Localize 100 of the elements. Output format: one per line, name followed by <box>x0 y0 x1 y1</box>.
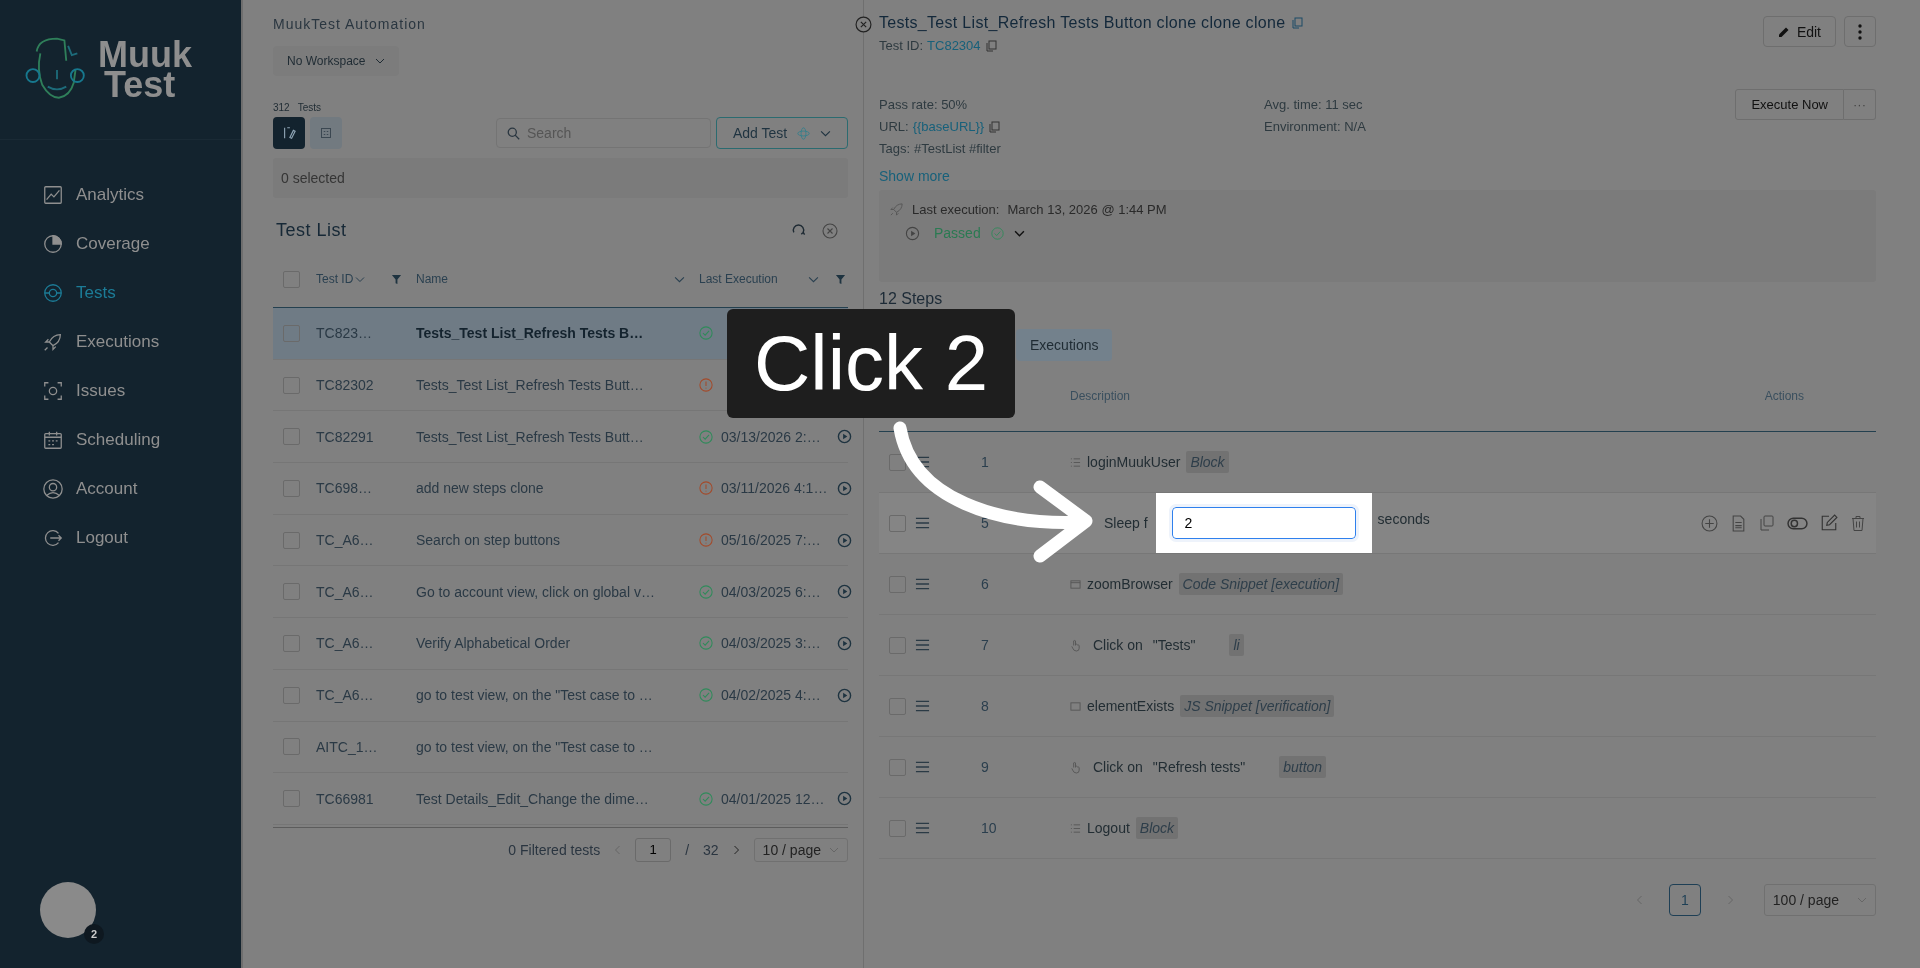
copy-icon[interactable] <box>988 120 1001 133</box>
step-row[interactable]: 9 Click on "Refresh tests" button <box>879 737 1876 798</box>
edit-button[interactable]: Edit <box>1762 16 1836 47</box>
more-options-button[interactable] <box>1844 16 1876 47</box>
step-row[interactable]: 5 Sleep f 2 seconds <box>879 493 1876 554</box>
last-execution-label: Last execution: <box>912 202 1000 217</box>
notification-badge: 2 <box>84 924 104 944</box>
column-header[interactable]: Name <box>416 272 699 286</box>
test-row[interactable]: TC698… add new steps clone 03/11/2026 4:1… <box>273 463 848 515</box>
test-row[interactable]: TC_A6… Verify Alphabetical Order 04/03/2025 3:… <box>273 618 848 670</box>
step-number: 7 <box>980 637 990 653</box>
drag-handle-icon[interactable] <box>915 822 930 834</box>
play-icon[interactable] <box>837 635 852 651</box>
page-input[interactable]: 1 <box>635 837 672 862</box>
drag-handle-icon[interactable] <box>915 700 930 712</box>
step-row[interactable]: 6 zoomBrowser Code Snippet [execution] <box>879 554 1876 615</box>
refresh-icon[interactable] <box>791 222 806 238</box>
add-test-button[interactable]: Add Test <box>716 117 848 149</box>
sidebar-item[interactable]: Analytics <box>0 170 241 219</box>
step-row[interactable]: 8 elementExists JS Snippet [verification] <box>879 676 1876 737</box>
document-icon[interactable] <box>1730 514 1747 532</box>
row-checkbox[interactable] <box>283 324 300 342</box>
chevron-right-icon[interactable] <box>732 844 740 855</box>
copy-icon[interactable] <box>1291 17 1304 29</box>
step-type-tag: Block <box>1186 451 1229 473</box>
test-row[interactable]: TC66981 Test Details_Edit_Change the dime… 04/01/2025 12… <box>273 773 848 825</box>
step-target: "Tests" <box>1152 637 1196 653</box>
chevron-down-icon <box>674 275 685 283</box>
test-id-cell-text: TC82291 <box>316 428 375 445</box>
sidebar-item[interactable]: Issues <box>0 366 241 415</box>
play-icon[interactable] <box>837 429 852 445</box>
filter-icon[interactable] <box>391 273 402 285</box>
play-icon[interactable] <box>837 687 852 703</box>
copy-icon[interactable] <box>984 39 997 52</box>
filter-icon[interactable] <box>835 273 846 285</box>
page-size-select[interactable]: 100 / page <box>1763 884 1876 916</box>
copy-icon[interactable] <box>1759 515 1775 531</box>
test-row[interactable]: TC_A6… Search on step buttons 05/16/2025 7:… <box>273 514 848 567</box>
pencil-icon <box>1777 25 1790 38</box>
play-icon[interactable] <box>905 225 920 241</box>
tags-label: Tags: <box>879 141 911 156</box>
toggle-icon[interactable] <box>1787 516 1808 530</box>
test-title: Tests_Test List_Refresh Tests Button clone clone clone <box>879 14 1286 32</box>
sidebar-item[interactable]: Coverage <box>0 219 241 268</box>
row-checkbox[interactable] <box>889 453 906 471</box>
test-id-cell-text: TC66981 <box>316 790 375 807</box>
page-button[interactable]: 1 <box>1668 884 1701 916</box>
test-row[interactable]: TC_A6… go to test view, on the "Test case to … 04/02/2025 4:… <box>273 669 848 722</box>
step-row[interactable]: 10 Logout Block <box>879 798 1876 859</box>
execute-options-button[interactable]: ··· <box>1844 89 1876 120</box>
pass-rate-text: Pass rate: 50% <box>879 97 969 112</box>
workspace-dropdown[interactable]: No Workspace <box>273 46 400 76</box>
test-id-cell-text: TC698… <box>316 480 374 497</box>
drag-handle-icon[interactable] <box>915 639 930 651</box>
drag-handle-icon[interactable] <box>915 578 930 590</box>
test-row[interactable]: TC_A6… Go to account view, click on global v… 04/03/2025 6:… <box>273 566 848 619</box>
chevron-down-icon <box>829 846 839 853</box>
play-icon[interactable] <box>837 791 852 807</box>
drag-handle-icon[interactable] <box>915 456 930 468</box>
edit-icon[interactable] <box>1820 514 1838 532</box>
view-toggle[interactable] <box>273 117 305 149</box>
row-checkbox[interactable] <box>889 514 906 532</box>
close-icon[interactable] <box>855 16 872 33</box>
selection-count: 0 selected <box>281 170 345 186</box>
play-icon[interactable] <box>837 480 852 496</box>
add-circle-icon[interactable] <box>1701 514 1718 532</box>
sidebar-item[interactable]: Tests <box>0 268 241 317</box>
test-name-cell-text: go to test view, on the "Test case to … <box>416 687 654 704</box>
executions-button[interactable]: Executions <box>1016 329 1113 361</box>
execution-date-cell-text: 03/13/2026 2:… <box>721 428 822 445</box>
sidebar-item[interactable]: Account <box>0 464 241 513</box>
pointer-hand-icon <box>1070 638 1081 652</box>
sidebar-item[interactable]: Scheduling <box>0 415 241 464</box>
environment-text: Environment: N/A <box>1264 119 1367 134</box>
drag-handle-icon[interactable] <box>915 761 930 773</box>
page-size-select[interactable]: 10 / page <box>753 837 848 862</box>
chart-icon <box>42 183 64 206</box>
step-row[interactable]: 7 Click on "Tests" li <box>879 615 1876 676</box>
close-icon[interactable] <box>822 222 838 239</box>
chevron-down-icon <box>808 275 819 283</box>
column-header: Actions <box>1763 389 1805 403</box>
execute-now-button[interactable]: Execute Now <box>1735 89 1844 120</box>
test-count-label: Tests <box>297 102 322 113</box>
play-icon[interactable] <box>837 584 852 600</box>
test-row[interactable]: AITC_1… go to test view, on the "Test case to … <box>273 721 848 774</box>
column-header[interactable]: Test ID <box>316 272 416 286</box>
sidebar-item[interactable]: Logout <box>0 513 241 562</box>
seconds-input[interactable]: 2 <box>1171 507 1356 539</box>
sidebar-item[interactable]: Executions <box>0 317 241 366</box>
column-header[interactable]: Last Execution <box>699 272 848 286</box>
drag-handle-icon[interactable] <box>915 517 930 529</box>
execution-status: Passed <box>934 225 981 241</box>
pencil-icon <box>282 126 296 140</box>
user-avatar[interactable] <box>40 882 96 938</box>
play-icon[interactable] <box>837 532 852 548</box>
test-name-cell-text: Search on step buttons <box>416 532 561 549</box>
chevron-down-icon[interactable] <box>1013 229 1025 237</box>
step-name: Sleep f <box>1104 515 1148 531</box>
trash-icon[interactable] <box>1850 514 1866 532</box>
view-toggle[interactable] <box>310 117 342 149</box>
